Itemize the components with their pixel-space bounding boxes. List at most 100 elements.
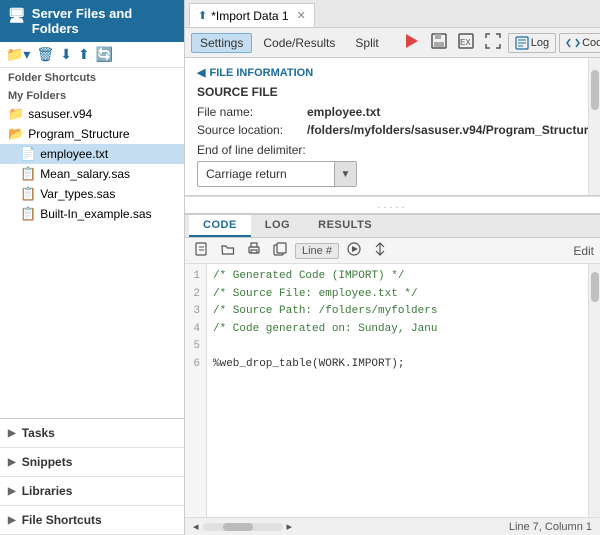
- tree-item-label: Var_types.sas: [40, 187, 115, 201]
- sidebar-toolbar: 📁▾ 🗑 ⬇ ⬆ 🔄: [0, 42, 184, 68]
- file-name-row: File name: employee.txt: [197, 105, 574, 119]
- log-tab[interactable]: LOG: [251, 215, 304, 237]
- code-tab[interactable]: CODE: [189, 215, 251, 237]
- code-scrollbar[interactable]: [588, 264, 600, 517]
- settings-button[interactable]: Settings: [191, 33, 252, 53]
- copy-button[interactable]: [269, 240, 291, 261]
- line-num-2: 2: [191, 286, 200, 304]
- code-line-3: /* Source Path: /folders/myfolders: [213, 305, 437, 317]
- delimiter-dropdown[interactable]: Carriage return ▼: [197, 161, 357, 187]
- toolbar-icon-group: EX Log Code: [400, 31, 600, 55]
- import-data-tab[interactable]: ⬆ *Import Data 1 ✕: [189, 3, 315, 27]
- folder-shortcuts-label: Folder Shortcuts: [0, 68, 184, 86]
- sidebar-item-libraries[interactable]: ▶ Libraries: [0, 477, 184, 506]
- folder-icon: 📁: [8, 106, 24, 122]
- dotted-divider: .....: [185, 196, 600, 213]
- sidebar-item-label: File Shortcuts: [22, 513, 102, 527]
- dropdown-arrow-icon: ▼: [334, 162, 356, 186]
- hscroll-track[interactable]: [203, 523, 283, 531]
- arrow-icon4: ▶: [8, 515, 16, 526]
- arrow-icon: ▶: [8, 428, 16, 439]
- sas-file-icon: 📋: [20, 166, 36, 182]
- hscrollbar[interactable]: ◂ ▸: [193, 520, 292, 533]
- my-folders-label: My Folders: [0, 86, 184, 104]
- save-button[interactable]: [427, 31, 451, 55]
- split-button[interactable]: Split: [346, 33, 387, 53]
- scroll-right-icon[interactable]: ▸: [287, 520, 293, 533]
- code-scrollbar-thumb: [591, 272, 599, 302]
- run-code-button[interactable]: [343, 240, 365, 261]
- tree-item-employee[interactable]: 📄 employee.txt: [0, 144, 184, 164]
- results-tab[interactable]: RESULTS: [304, 215, 386, 237]
- tree-item-label: Mean_salary.sas: [40, 167, 130, 181]
- file-info-scrollbar[interactable]: [588, 58, 600, 195]
- status-bar: Line 7, Column 1: [509, 521, 592, 533]
- expand-button[interactable]: [481, 31, 505, 55]
- file-name-value: employee.txt: [307, 105, 380, 119]
- source-location-label: Source location:: [197, 123, 307, 137]
- sidebar-item-file-shortcuts[interactable]: ▶ File Shortcuts: [0, 506, 184, 535]
- code-results-button[interactable]: Code/Results: [254, 33, 344, 53]
- tab-close-button[interactable]: ✕: [297, 9, 306, 22]
- line-num-4: 4: [191, 321, 200, 339]
- code-line-4: /* Code generated on: Sunday, Janu: [213, 323, 437, 335]
- scrollbar-thumb: [591, 70, 599, 110]
- source-location-value: /folders/myfolders/sasuser.v94/Program_S…: [307, 123, 595, 137]
- code-button[interactable]: Code: [559, 33, 600, 53]
- open-file-button[interactable]: [217, 240, 239, 261]
- tree-item-program-structure[interactable]: 📂 Program_Structure: [0, 124, 184, 144]
- log-button[interactable]: Log: [508, 33, 556, 53]
- delimiter-value: Carriage return: [198, 167, 334, 181]
- line-num-3: 3: [191, 303, 200, 321]
- download-icon[interactable]: ⬇: [60, 46, 72, 63]
- line-num-1: 1: [191, 268, 200, 286]
- tree-item-mean-salary[interactable]: 📋 Mean_salary.sas: [0, 164, 184, 184]
- code-content[interactable]: /* Generated Code (IMPORT) */ /* Source …: [207, 264, 588, 517]
- svg-text:EX: EX: [460, 38, 471, 47]
- sidebar-item-label: Snippets: [22, 455, 73, 469]
- code-toolbar: Line # Edit: [185, 238, 600, 264]
- line-num-5: 5: [191, 338, 200, 356]
- tree-item-label: Built-In_example.sas: [40, 207, 151, 221]
- code-line-1: /* Generated Code (IMPORT) */: [213, 270, 404, 282]
- sidebar-header: 🖥 Server Files and Folders: [0, 0, 184, 42]
- run-button[interactable]: [400, 31, 424, 55]
- section-title: FILE INFORMATION: [209, 67, 313, 79]
- refresh-icon[interactable]: 🔄: [96, 46, 113, 63]
- sidebar-item-tasks[interactable]: ▶ Tasks: [0, 419, 184, 448]
- line-number-button[interactable]: Line #: [295, 243, 339, 259]
- line-numbers: 1 2 3 4 5 6: [185, 264, 207, 517]
- delete-icon[interactable]: 🗑: [36, 46, 54, 63]
- tree-item-label: employee.txt: [40, 147, 108, 161]
- arrow-icon3: ▶: [8, 486, 16, 497]
- edit-button[interactable]: Edit: [573, 244, 594, 258]
- tree-item-label: Program_Structure: [28, 127, 129, 141]
- print-button[interactable]: [243, 240, 265, 261]
- code-footer: ◂ ▸ Line 7, Column 1: [185, 517, 600, 535]
- tree-item-builtin[interactable]: 📋 Built-In_example.sas: [0, 204, 184, 224]
- main-area: ⬆ *Import Data 1 ✕ Settings Code/Results…: [185, 0, 600, 535]
- export-button[interactable]: EX: [454, 31, 478, 55]
- find-replace-button[interactable]: [369, 240, 391, 261]
- sidebar-item-label: Tasks: [22, 426, 55, 440]
- code-body: 1 2 3 4 5 6 /* Generated Code (IMPORT) *…: [185, 264, 600, 517]
- tree-item-sasuser[interactable]: 📁 sasuser.v94: [0, 104, 184, 124]
- file-tree: 📁 sasuser.v94 📂 Program_Structure 📄 empl…: [0, 104, 184, 418]
- file-info-collapse[interactable]: ◀ FILE INFORMATION: [197, 66, 574, 79]
- file-name-label: File name:: [197, 105, 307, 119]
- code-line-2: /* Source File: employee.txt */: [213, 288, 418, 300]
- code-line-6: %web_drop_table(WORK.IMPORT);: [213, 358, 404, 370]
- content-area: ◀ FILE INFORMATION SOURCE FILE File name…: [185, 58, 600, 535]
- new-file-button[interactable]: [191, 240, 213, 261]
- code-button-label: Code: [582, 37, 600, 49]
- tree-item-var-types[interactable]: 📋 Var_types.sas: [0, 184, 184, 204]
- tree-item-label: sasuser.v94: [28, 107, 92, 121]
- tab-bar: ⬆ *Import Data 1 ✕: [185, 0, 600, 28]
- upload-icon[interactable]: ⬆: [78, 46, 90, 63]
- new-folder-icon[interactable]: 📁▾: [6, 46, 30, 63]
- collapse-arrow-icon: ◀: [197, 66, 205, 79]
- scroll-left-icon[interactable]: ◂: [193, 520, 199, 533]
- sidebar-item-snippets[interactable]: ▶ Snippets: [0, 448, 184, 477]
- code-section: CODE LOG RESULTS Line #: [185, 213, 600, 535]
- server-icon: 🖥: [8, 7, 26, 24]
